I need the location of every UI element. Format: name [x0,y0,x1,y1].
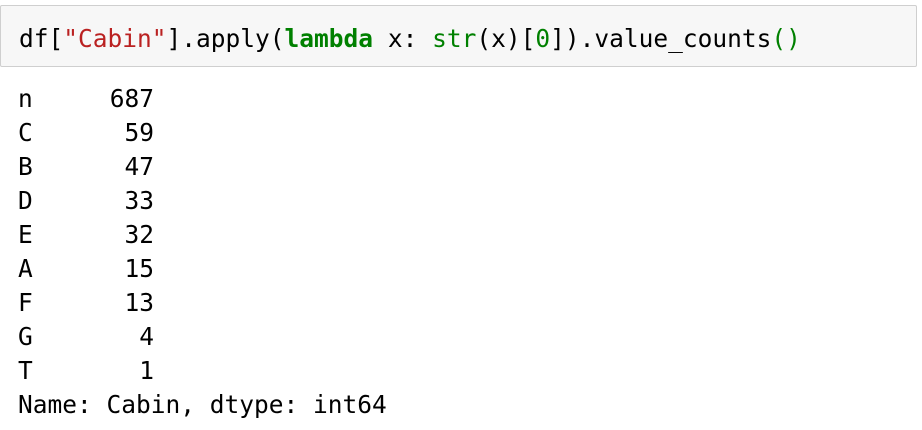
code-token-kw: lambda [284,24,374,53]
series-index-label: E [18,220,33,249]
series-row: T1 [18,354,387,388]
code-token-plain: df[ [19,24,64,53]
code-token-str: "Cabin" [63,24,167,53]
code-token-plain: (x)[ [476,24,536,53]
output-area: n 687 C 59 B 47 D 33 E 32 A 15 F 13 G 4 T 1 Name: Cabin, … [18,82,387,422]
series-row: n 687 [18,82,387,116]
series-count-value: 15 [124,254,154,283]
series-index-label: A [18,254,33,283]
code-line: df["Cabin"].apply(lambda x: str(x)[0]).v… [19,23,801,55]
series-index-label: G [18,322,33,351]
series-count-value: 33 [124,186,154,215]
code-token-builtin: str [432,24,477,53]
series-row: C 59 [18,116,387,150]
series-row: F 13 [18,286,387,320]
code-token-plain: ].apply( [166,24,285,53]
code-token-paren: () [771,24,801,53]
series-count-value: 13 [124,288,154,317]
series-index-label: T [18,356,33,385]
series-index-label: B [18,152,33,181]
series-count-value: 4 [139,322,154,351]
series-index-label: F [18,288,33,317]
series-row: A 15 [18,252,387,286]
code-input-cell[interactable]: df["Cabin"].apply(lambda x: str(x)[0]).v… [0,5,917,67]
code-token-plain: x: [373,24,433,53]
series-count-value: 1 [139,356,154,385]
series-index-label: n [18,84,33,113]
series-row: G4 [18,320,387,354]
series-count-value: 687 [109,84,154,113]
series-row: E 32 [18,218,387,252]
value-counts-series: n 687 C 59 B 47 D 33 E 32 A 15 F 13 G 4 T 1 [18,82,387,388]
series-footer: Name: Cabin, dtype: int64 [18,390,387,419]
code-token-num: 0 [535,24,551,53]
series-count-value: 32 [124,220,154,249]
series-row: D 33 [18,184,387,218]
series-row: B 47 [18,150,387,184]
series-index-label: C [18,118,33,147]
code-token-plain: ]).value_counts [550,24,772,53]
series-count-value: 59 [124,118,154,147]
series-index-label: D [18,186,33,215]
series-count-value: 47 [124,152,154,181]
